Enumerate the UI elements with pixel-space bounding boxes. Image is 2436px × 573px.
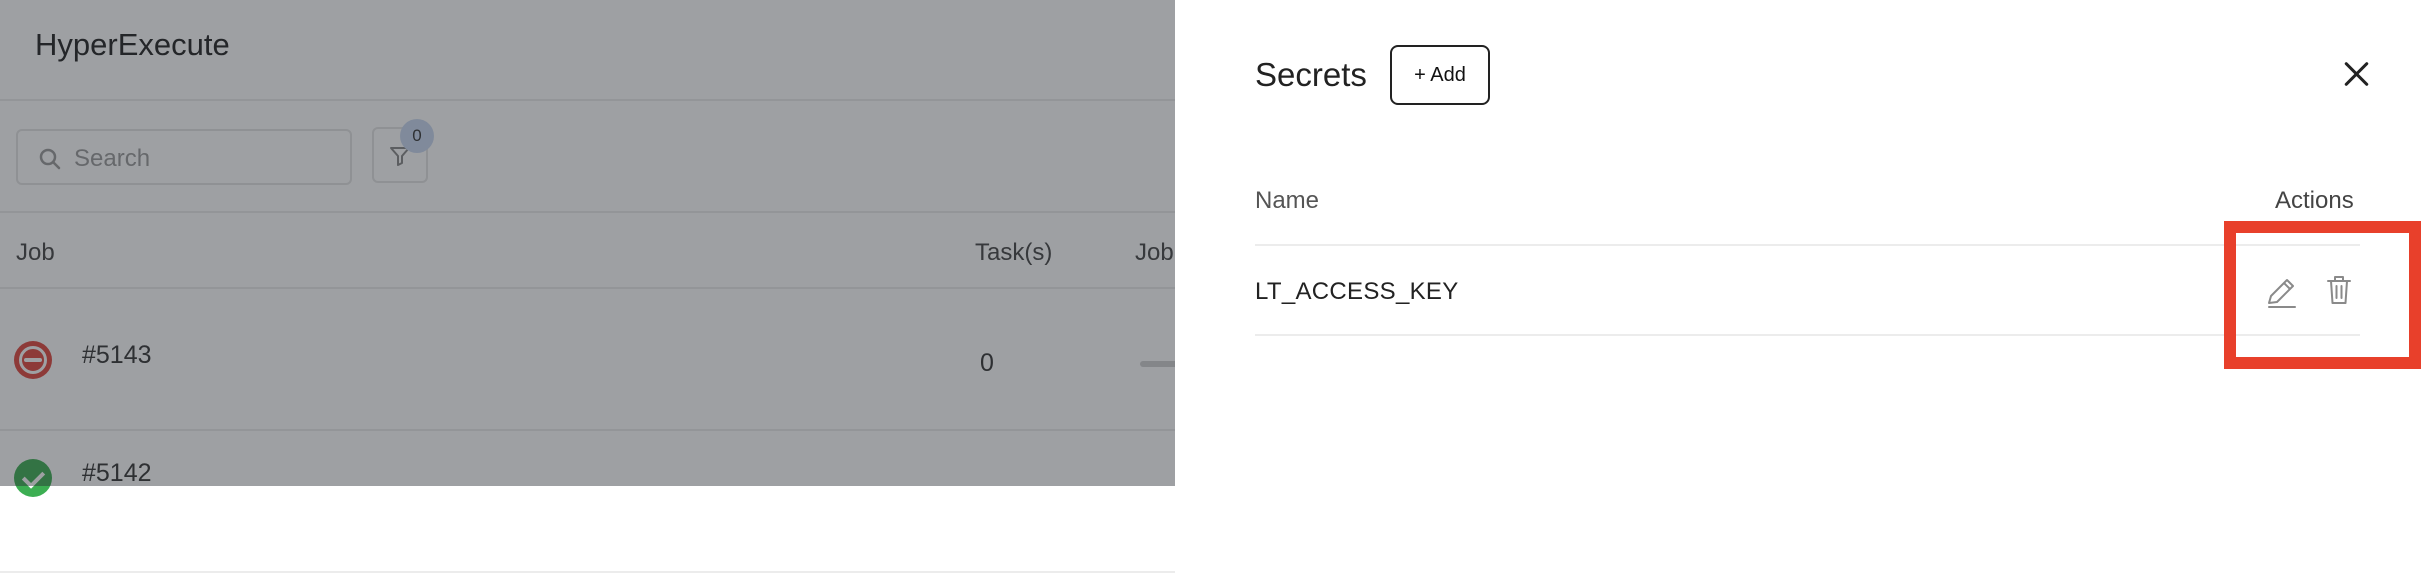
secret-name: LT_ACCESS_KEY — [1255, 278, 1459, 305]
secrets-drawer: Secrets + Add Name Actions LT_ACCESS_KEY — [1175, 0, 2436, 486]
row-divider — [1255, 334, 2360, 336]
drawer-title: Secrets — [1255, 56, 1367, 93]
close-icon[interactable] — [2342, 60, 2372, 90]
actions-highlight-annotation — [2224, 221, 2421, 369]
column-header-name: Name — [1255, 187, 1320, 214]
add-secret-button[interactable]: + Add — [1390, 45, 1490, 105]
column-header-actions: Actions — [2275, 187, 2354, 214]
modal-backdrop[interactable] — [0, 0, 1175, 486]
header-divider — [1255, 244, 2360, 246]
